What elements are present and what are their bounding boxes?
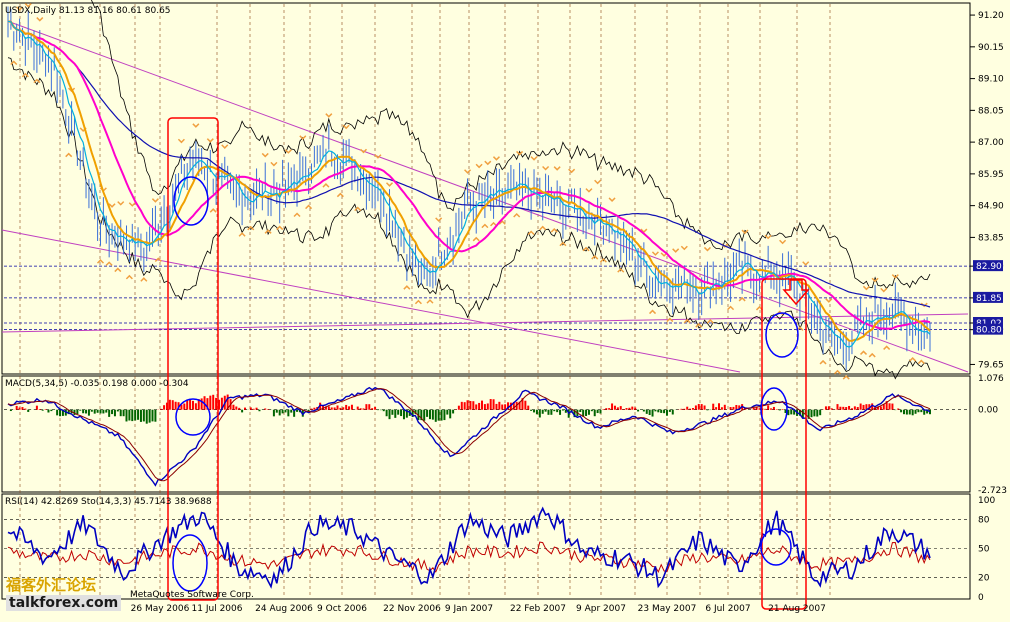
rsi-panel-header: RSI(14) 42.8269 Sto(14,3,3) 45.7143 38.9… [5,497,212,507]
date-label: 9 Apr 2007 [576,604,626,614]
price-box-label: 81.85 [976,294,1002,304]
price-label: 84.90 [978,202,1004,212]
price-axis: 91.20 90.15 89.10 88.05 87.00 85.95 84.90 83.85… [970,11,1004,370]
date-axis: 26 May 2006 11 Jul 2006 24 Aug 2006 9 Oct 2… [131,604,826,614]
date-label: 26 May 2006 [131,604,190,614]
chart-window: 91.20 90.15 89.10 88.05 87.00 85.95 84.90 83.85… [0,0,1010,618]
rsi-label: 20 [978,574,990,584]
rsi-panel-frame [1,493,971,600]
rsi-label: 50 [978,545,990,555]
price-label: 83.85 [978,233,1004,243]
date-label: 6 Jul 2007 [705,604,750,614]
rsi-axis: 100 80 50 20 0 [978,496,995,603]
macd-label: 1.076 [978,374,1004,384]
macd-axis: 1.076 0.00 -2.723 [978,374,1007,496]
chart-canvas: 91.20 90.15 89.10 88.05 87.00 85.95 84.90 83.85… [1,0,1007,614]
price-label: 90.15 [978,43,1004,53]
price-label: 79.65 [978,360,1004,370]
date-label: 23 May 2007 [638,604,697,614]
price-label: 91.20 [978,11,1004,21]
price-panel-frame [1,2,971,375]
rsi-label: 0 [978,593,984,603]
macd-panel-header: MACD(5,34,5) -0.035 0.198 0.000 -0.304 [5,379,189,389]
macd-label: -2.723 [978,486,1007,496]
rsi-label: 80 [978,515,990,525]
price-boxes: 82.9081.8581.0280.80 [973,260,1003,336]
date-label: 9 Oct 2006 [317,604,367,614]
price-box-label: 80.80 [976,326,1002,336]
date-label: 9 Jan 2007 [445,604,493,614]
watermark-chinese: 福客外汇论坛 [6,576,97,594]
date-label: 11 Jul 2006 [192,604,243,614]
date-label: 24 Aug 2006 [255,604,313,614]
macd-label: 0.00 [978,406,998,416]
date-label: 22 Feb 2007 [510,604,566,614]
price-label: 89.10 [978,75,1004,85]
watermark-site: talkforex.com [6,595,122,611]
price-panel-header: USDX,Daily 81.13 81.16 80.61 80.65 [5,6,171,16]
price-box-label: 82.90 [976,262,1002,272]
price-label: 85.95 [978,170,1004,180]
date-label: 22 Nov 2006 [383,604,441,614]
price-label: 88.05 [978,106,1004,116]
price-label: 87.00 [978,138,1004,148]
rsi-label: 100 [978,496,995,506]
date-label: 21 Aug 2007 [768,604,826,614]
credit-text: MetaQuotes Software Corp. [130,590,254,600]
